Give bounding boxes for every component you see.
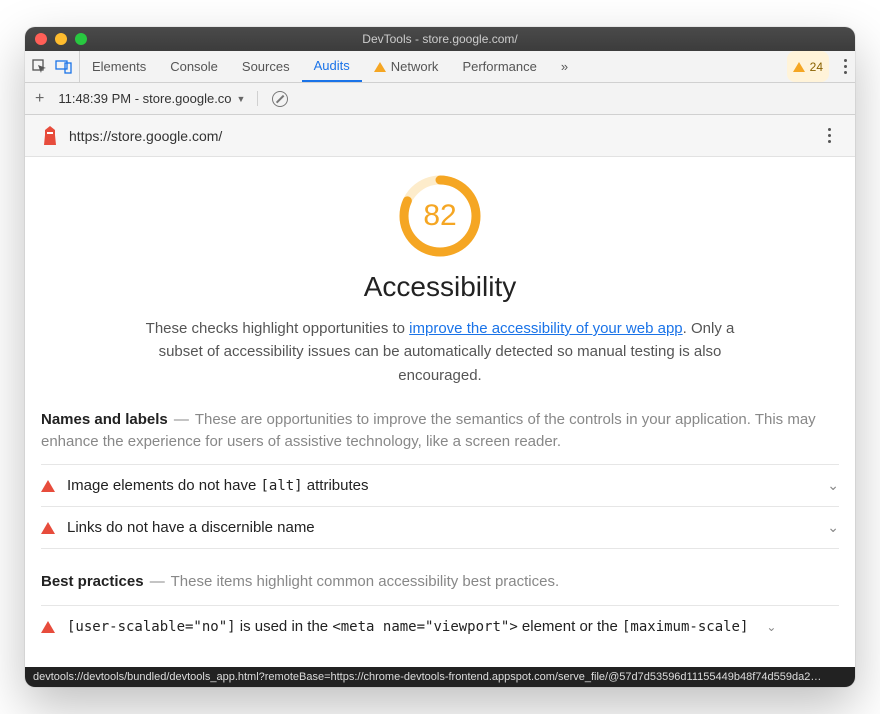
section-heading-rest: These items highlight common accessibili… — [171, 573, 560, 590]
traffic-lights — [35, 33, 87, 45]
tab-console[interactable]: Console — [158, 51, 230, 82]
em-dash: — — [150, 573, 165, 590]
code-snippet: [alt] — [260, 478, 302, 494]
audit-url: https://store.google.com/ — [69, 128, 222, 144]
tab-performance[interactable]: Performance — [450, 51, 548, 82]
tab-audits[interactable]: Audits — [302, 51, 362, 82]
warning-triangle-icon — [374, 62, 386, 72]
improve-accessibility-link[interactable]: improve the accessibility of your web ap… — [409, 320, 682, 337]
audit-run-label: 11:48:39 PM - store.google.co — [58, 91, 231, 106]
score-gauge-wrap: 82 Accessibility These checks highlight … — [25, 157, 855, 387]
tab-network-label: Network — [391, 59, 439, 74]
status-bar-text: devtools://devtools/bundled/devtools_app… — [33, 671, 821, 683]
devtools-tabs: Elements Console Sources Audits Network … — [25, 51, 855, 83]
audit-title: Links do not have a discernible name — [67, 519, 315, 536]
device-toggle-icon[interactable] — [55, 58, 73, 76]
tab-overflow[interactable]: » — [549, 51, 580, 82]
audits-toolbar: + 11:48:39 PM - store.google.co ▼ — [25, 83, 855, 115]
section-heading: Best practices — These items highlight c… — [41, 571, 839, 593]
titlebar: DevTools - store.google.com/ — [25, 27, 855, 51]
category-description: These checks highlight opportunities to … — [140, 317, 740, 387]
audit-report: 82 Accessibility These checks highlight … — [25, 157, 855, 667]
audit-title: Image elements do not have [alt] attribu… — [67, 477, 369, 494]
fail-icon — [41, 480, 55, 492]
tab-network[interactable]: Network — [362, 51, 451, 82]
window-frame: DevTools - store.google.com/ Elements Co… — [25, 27, 855, 687]
minimize-window-button[interactable] — [55, 33, 67, 45]
audit-run-selector[interactable]: 11:48:39 PM - store.google.co ▼ — [58, 91, 258, 106]
audit-url-bar: https://store.google.com/ — [25, 115, 855, 157]
status-bar: devtools://devtools/bundled/devtools_app… — [25, 667, 855, 687]
window-title: DevTools - store.google.com/ — [25, 32, 855, 46]
section-best-practices: Best practices — These items highlight c… — [25, 571, 855, 647]
lighthouse-icon — [41, 125, 59, 147]
close-window-button[interactable] — [35, 33, 47, 45]
dropdown-caret-icon: ▼ — [237, 94, 246, 104]
warnings-count: 24 — [810, 60, 823, 74]
audit-title: [user-scalable="no"] is used in the <met… — [67, 618, 748, 635]
warnings-badge[interactable]: 24 — [787, 51, 829, 82]
zoom-window-button[interactable] — [75, 33, 87, 45]
warning-triangle-icon — [793, 62, 805, 72]
menu-button[interactable] — [835, 51, 855, 82]
em-dash: — — [174, 411, 189, 428]
score-gauge: 82 — [397, 173, 483, 259]
section-heading: Names and labels — These are opportuniti… — [41, 409, 839, 453]
category-title: Accessibility — [25, 271, 855, 303]
code-snippet: <meta name="viewport"> — [332, 619, 517, 635]
code-snippet: [maximum-scale] — [622, 619, 748, 635]
audit-row[interactable]: Links do not have a discernible name ⌄ — [41, 506, 839, 549]
new-audit-button[interactable]: + — [35, 90, 44, 108]
fail-icon — [41, 621, 55, 633]
tab-sources[interactable]: Sources — [230, 51, 302, 82]
audit-row[interactable]: Image elements do not have [alt] attribu… — [41, 464, 839, 506]
chevron-down-icon: ⌄ — [766, 620, 776, 634]
tab-elements[interactable]: Elements — [80, 51, 158, 82]
section-heading-bold: Best practices — [41, 573, 144, 590]
fail-icon — [41, 522, 55, 534]
inspect-tools — [25, 51, 80, 82]
section-names-and-labels: Names and labels — These are opportuniti… — [25, 409, 855, 550]
audit-menu-button[interactable] — [819, 128, 839, 143]
score-value: 82 — [397, 173, 483, 259]
clear-button[interactable] — [272, 91, 288, 107]
chevron-down-icon: ⌄ — [827, 519, 839, 536]
inspect-icon[interactable] — [31, 58, 49, 76]
code-snippet: [user-scalable="no"] — [67, 619, 236, 635]
desc-pre: These checks highlight opportunities to — [146, 320, 410, 337]
section-heading-bold: Names and labels — [41, 411, 168, 428]
chevron-down-icon: ⌄ — [827, 477, 839, 494]
audit-row[interactable]: [user-scalable="no"] is used in the <met… — [41, 605, 839, 647]
